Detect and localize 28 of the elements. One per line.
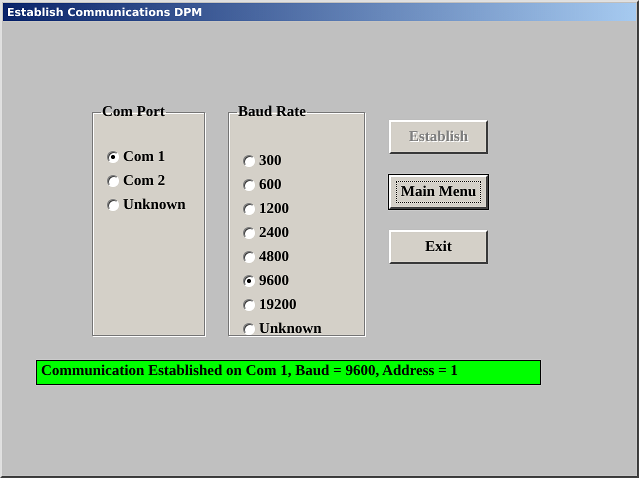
radio-button[interactable] [243,299,255,311]
radio-option[interactable]: 2400 [243,223,364,243]
radio-option[interactable]: Unknown [107,195,204,215]
radio-button[interactable] [243,155,255,167]
radio-button[interactable] [107,199,119,211]
radio-button[interactable] [243,323,255,335]
radio-option[interactable]: Com 2 [107,171,204,191]
radio-button[interactable] [243,251,255,263]
radio-option[interactable]: Com 1 [107,147,204,167]
radio-option[interactable]: 9600 [243,271,364,291]
radio-button[interactable] [107,175,119,187]
radio-option[interactable]: 300 [243,151,364,171]
radio-button[interactable] [243,179,255,191]
status-message: Communication Established on Com 1, Baud = 9600, Address = 1 [36,360,541,385]
radio-option[interactable]: 19200 [243,295,364,315]
group-title: Com Port [101,104,166,121]
radio-button[interactable] [243,203,255,215]
radio-option[interactable]: 1200 [243,199,364,219]
group-title: Baud Rate [237,104,307,121]
radio-option[interactable]: 4800 [243,247,364,267]
window-title: Establish Communications DPM [7,6,202,18]
radio-button[interactable] [107,151,119,163]
radio-option[interactable]: Unknown [243,319,364,339]
radio-option[interactable]: 600 [243,175,364,195]
push-button[interactable]: Main Menu [389,175,488,209]
radio-button[interactable] [243,275,255,287]
radio-button[interactable] [243,227,255,239]
push-button[interactable]: Exit [389,230,488,264]
